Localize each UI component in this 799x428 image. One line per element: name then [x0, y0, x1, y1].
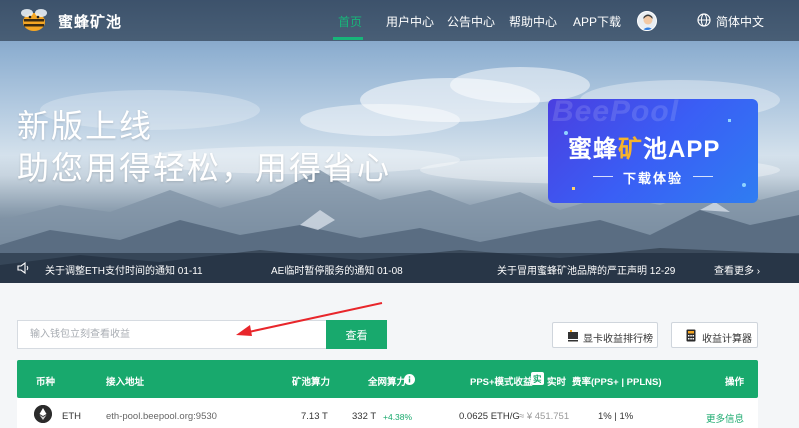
th-address: 接入地址: [106, 377, 145, 388]
banner-divider-right: [693, 176, 713, 177]
calculator-icon: [686, 329, 696, 342]
nav-announcement-center[interactable]: 公告中心: [447, 13, 495, 30]
banner-title: 蜜蜂矿池APP: [568, 129, 720, 164]
th-realtime[interactable]: 实时: [547, 374, 566, 388]
nav-app-download[interactable]: APP下载: [573, 13, 621, 30]
realtime-badge-label: 实: [533, 374, 542, 384]
notice-see-more-link[interactable]: 查看更多 ›: [714, 262, 760, 277]
chevron-right-icon: ›: [756, 266, 761, 277]
eth-coin-icon: [34, 405, 52, 423]
app-download-banner[interactable]: BeePool 蜜蜂矿池APP 下载体验: [548, 99, 758, 203]
gpu-card-icon: [568, 330, 578, 342]
nav-active-indicator: [333, 37, 363, 40]
row-coin: ETH: [62, 411, 81, 422]
language-switcher[interactable]: 简体中文: [716, 13, 764, 30]
th-coin: 币种: [36, 377, 56, 388]
row-income-cny: ≈ ¥ 451.751: [519, 411, 570, 422]
banner-title-part1: 蜜蜂: [568, 136, 618, 163]
notice-item-2[interactable]: AE临时暂停服务的通知 01-08: [271, 262, 403, 277]
see-more-label: 查看更多: [714, 266, 754, 277]
notice-item-1[interactable]: 关于调整ETH支付时间的通知 01-11: [45, 262, 203, 277]
gpu-ranking-button[interactable]: 显卡收益排行榜: [552, 322, 658, 348]
realtime-badge-icon: 实: [531, 372, 544, 385]
th-action: 操作: [725, 377, 745, 388]
speaker-icon: [17, 261, 29, 275]
notice-item-3[interactable]: 关于冒用蜜蜂矿池品牌的严正声明 12-29: [497, 262, 675, 277]
avatar-icon: [642, 14, 654, 30]
th-pool-hashrate: 矿池算力: [292, 377, 331, 388]
row-more-info-link[interactable]: 更多信息: [706, 411, 744, 425]
nav-help-center[interactable]: 帮助中心: [509, 13, 557, 30]
row-fee: 1% | 1%: [598, 411, 634, 422]
nav-user-center[interactable]: 用户中心: [386, 13, 434, 30]
nav-home[interactable]: 首页: [338, 13, 362, 30]
globe-icon[interactable]: [697, 13, 711, 27]
info-icon[interactable]: [404, 374, 415, 385]
top-nav: 蜜蜂矿池 首页 用户中心 公告中心 帮助中心 APP下载 简体中文: [0, 0, 799, 41]
income-calculator-label: 收益计算器: [702, 334, 752, 345]
hero-title-line1: 新版上线: [17, 108, 154, 144]
row-pool-hashrate: 7.13 T: [301, 411, 328, 422]
banner-title-part2: 矿: [618, 136, 643, 163]
row-income: 0.0625 ETH/G: [459, 411, 520, 422]
row-network-change: +4.38%: [383, 412, 413, 422]
th-pps-income: PPS+模式收益: [470, 377, 533, 388]
hero-title-line2: 助您用得轻松，用得省心: [17, 150, 392, 186]
user-avatar[interactable]: [637, 11, 657, 31]
brand-name[interactable]: 蜜蜂矿池: [58, 11, 122, 32]
th-network-hashrate: 全网算力: [368, 377, 407, 388]
gpu-ranking-label: 显卡收益排行榜: [583, 334, 653, 345]
annotation-arrow-icon: [236, 302, 383, 336]
row-address: eth-pool.beepool.org:9530: [106, 411, 217, 422]
th-fee: 费率(PPS+ | PPLNS): [572, 377, 662, 388]
bee-logo-icon[interactable]: [20, 7, 48, 33]
banner-title-part3: 池APP: [643, 136, 721, 163]
banner-subtitle: 下载体验: [622, 171, 683, 186]
row-network-hashrate: 332 T: [352, 411, 377, 422]
income-calculator-button[interactable]: 收益计算器: [671, 322, 758, 348]
